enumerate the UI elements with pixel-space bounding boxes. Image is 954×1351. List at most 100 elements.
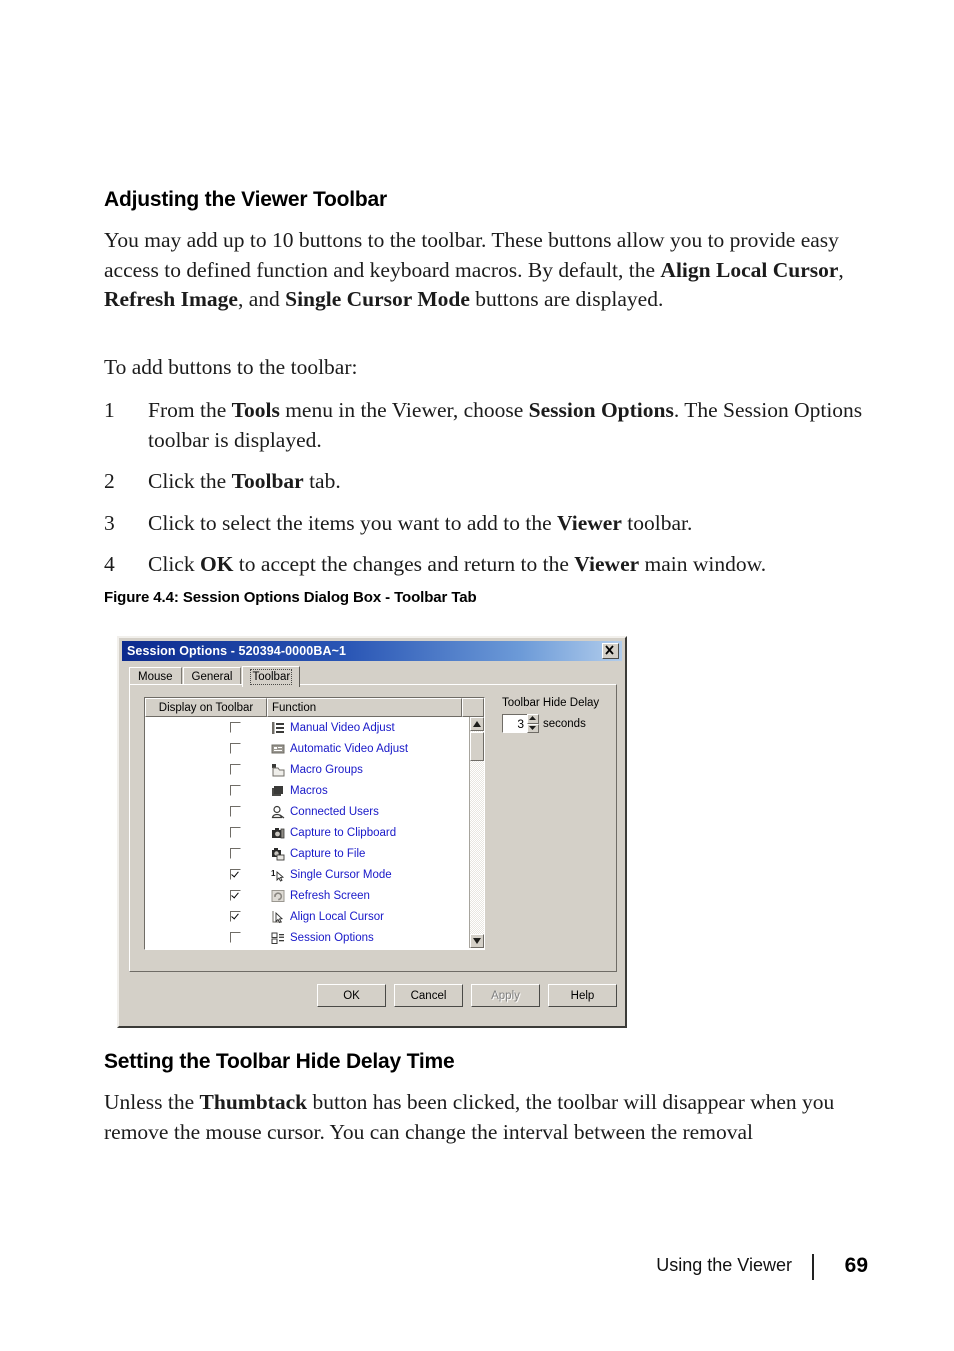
table-row[interactable]: Capture to File xyxy=(145,843,484,864)
table-row[interactable]: Align Local Cursor xyxy=(145,906,484,927)
hide-delay-units: seconds xyxy=(543,717,586,730)
display-checkbox[interactable] xyxy=(230,722,241,733)
list-item: 3 Click to select the items you want to a… xyxy=(104,509,868,539)
table-row[interactable]: Session Options xyxy=(145,927,484,948)
column-header-function[interactable]: Function xyxy=(267,698,462,717)
function-cell: Session Options xyxy=(267,931,484,945)
display-checkbox[interactable] xyxy=(230,764,241,775)
display-checkbox[interactable] xyxy=(230,911,241,922)
display-checkbox[interactable] xyxy=(230,743,241,754)
step-text-3: main window. xyxy=(639,552,767,576)
display-checkbox[interactable] xyxy=(230,869,241,880)
apply-button[interactable]: Apply xyxy=(471,984,540,1007)
function-list[interactable]: Display on Toolbar Function Manual Video… xyxy=(144,697,485,950)
scroll-down-button[interactable] xyxy=(470,934,484,948)
hide-delay-controls: 3 seconds xyxy=(502,714,606,733)
intro-bold-single-cursor-mode: Single Cursor Mode xyxy=(285,287,470,311)
macros-icon xyxy=(271,784,285,798)
capture-to-file-icon xyxy=(271,847,285,861)
step-bold-1: Tools xyxy=(231,398,280,422)
display-cell xyxy=(145,806,267,817)
page: Adjusting the Viewer Toolbar You may add… xyxy=(0,0,954,1351)
column-header-filler xyxy=(462,698,484,717)
stepper-down-button[interactable] xyxy=(527,723,539,733)
display-checkbox[interactable] xyxy=(230,848,241,859)
tab-mouse[interactable]: Mouse xyxy=(129,667,182,685)
figure-caption: Figure 4.4: Session Options Dialog Box -… xyxy=(104,589,477,606)
table-row[interactable]: Automatic Video Adjust xyxy=(145,738,484,759)
step-number: 3 xyxy=(104,510,115,535)
single-cursor-mode-icon: 1 xyxy=(271,868,285,882)
help-button[interactable]: Help xyxy=(548,984,617,1007)
display-cell xyxy=(145,890,267,901)
display-checkbox[interactable] xyxy=(230,806,241,817)
display-cell xyxy=(145,722,267,733)
step-number: 2 xyxy=(104,469,115,493)
stepper-buttons xyxy=(527,714,539,733)
step-text-1: Click to select the items you want to ad… xyxy=(148,510,558,535)
step-text-2: menu in the Viewer, choose xyxy=(279,398,529,422)
close-button[interactable] xyxy=(602,643,619,659)
tab-general-label: General xyxy=(191,670,233,683)
step-number: 1 xyxy=(104,398,115,422)
table-row[interactable]: 1 Single Cursor Mode xyxy=(145,864,484,885)
function-label: Automatic Video Adjust xyxy=(290,742,409,755)
dialog-title: Session Options - 520394-0000BA~1 xyxy=(127,644,347,658)
scroll-thumb[interactable] xyxy=(470,732,484,761)
intro-text-3: , and xyxy=(237,287,286,311)
display-cell xyxy=(145,764,267,775)
table-row[interactable]: Connected Users xyxy=(145,801,484,822)
function-cell: Refresh Screen xyxy=(267,889,484,903)
function-label: Refresh Screen xyxy=(290,889,370,902)
display-checkbox[interactable] xyxy=(230,932,241,943)
display-checkbox[interactable] xyxy=(230,827,241,838)
step-text-2: to accept the changes and return to the xyxy=(233,552,575,576)
table-row[interactable]: Manual Video Adjust xyxy=(145,717,484,738)
stepper-up-button[interactable] xyxy=(527,714,539,724)
refresh-screen-icon xyxy=(271,889,285,903)
manual-video-adjust-icon xyxy=(271,721,285,735)
toolbar-tab-panel: Display on Toolbar Function Manual Video… xyxy=(129,684,617,972)
scroll-up-button[interactable] xyxy=(470,717,484,731)
display-checkbox[interactable] xyxy=(230,785,241,796)
step-bold-2: Session Options xyxy=(528,398,674,422)
hide-bold-thumbtack: Thumbtack xyxy=(199,1090,308,1114)
list-vertical-scrollbar[interactable] xyxy=(469,717,484,948)
list-item: 4 Click OK to accept the changes and retu… xyxy=(104,550,868,580)
ok-button[interactable]: OK xyxy=(317,984,386,1007)
table-row[interactable]: Macros xyxy=(145,780,484,801)
display-checkbox[interactable] xyxy=(230,890,241,901)
hide-text-1: Unless the xyxy=(104,1090,200,1114)
function-cell: 1 Single Cursor Mode xyxy=(267,868,484,882)
function-label: Macros xyxy=(290,784,328,797)
tab-toolbar[interactable]: Toolbar xyxy=(242,666,301,687)
function-label: Connected Users xyxy=(290,805,379,818)
function-cell: Macros xyxy=(267,784,484,798)
function-label: Capture to File xyxy=(290,847,366,860)
capture-to-clipboard-icon xyxy=(271,826,285,840)
section-heading-adjusting-toolbar: Adjusting the Viewer Toolbar xyxy=(104,188,387,211)
footer-divider xyxy=(812,1254,814,1280)
column-header-display-on-toolbar[interactable]: Display on Toolbar xyxy=(145,698,267,717)
function-cell: Automatic Video Adjust xyxy=(267,742,484,756)
intro-bold-refresh-image: Refresh Image xyxy=(104,287,238,311)
tab-general[interactable]: General xyxy=(182,667,242,685)
hide-delay-input[interactable]: 3 xyxy=(502,714,527,733)
step-bold-1: OK xyxy=(199,552,234,576)
function-label: Manual Video Adjust xyxy=(290,721,395,734)
step-text-2: tab. xyxy=(303,469,341,493)
dialog-button-row: OK Cancel Apply Help xyxy=(129,984,617,1014)
hide-delay-stepper[interactable]: 3 xyxy=(502,714,539,733)
table-row[interactable]: Macro Groups xyxy=(145,759,484,780)
footer-page-number: 69 xyxy=(844,1254,868,1277)
intro-text-2: , xyxy=(838,257,844,282)
cancel-button[interactable]: Cancel xyxy=(394,984,463,1007)
list-rows: Manual Video Adjust Automatic Video Adju… xyxy=(145,717,484,948)
function-cell: Capture to File xyxy=(267,847,484,861)
step-text-1: Click the xyxy=(148,469,232,493)
table-row[interactable]: Refresh Screen xyxy=(145,885,484,906)
table-row[interactable]: Capture to Clipboard xyxy=(145,822,484,843)
step-text-2: toolbar. xyxy=(621,510,693,535)
step-text-1: Click xyxy=(148,552,200,576)
session-options-dialog: Session Options - 520394-0000BA~1 Mouse … xyxy=(117,636,627,1028)
